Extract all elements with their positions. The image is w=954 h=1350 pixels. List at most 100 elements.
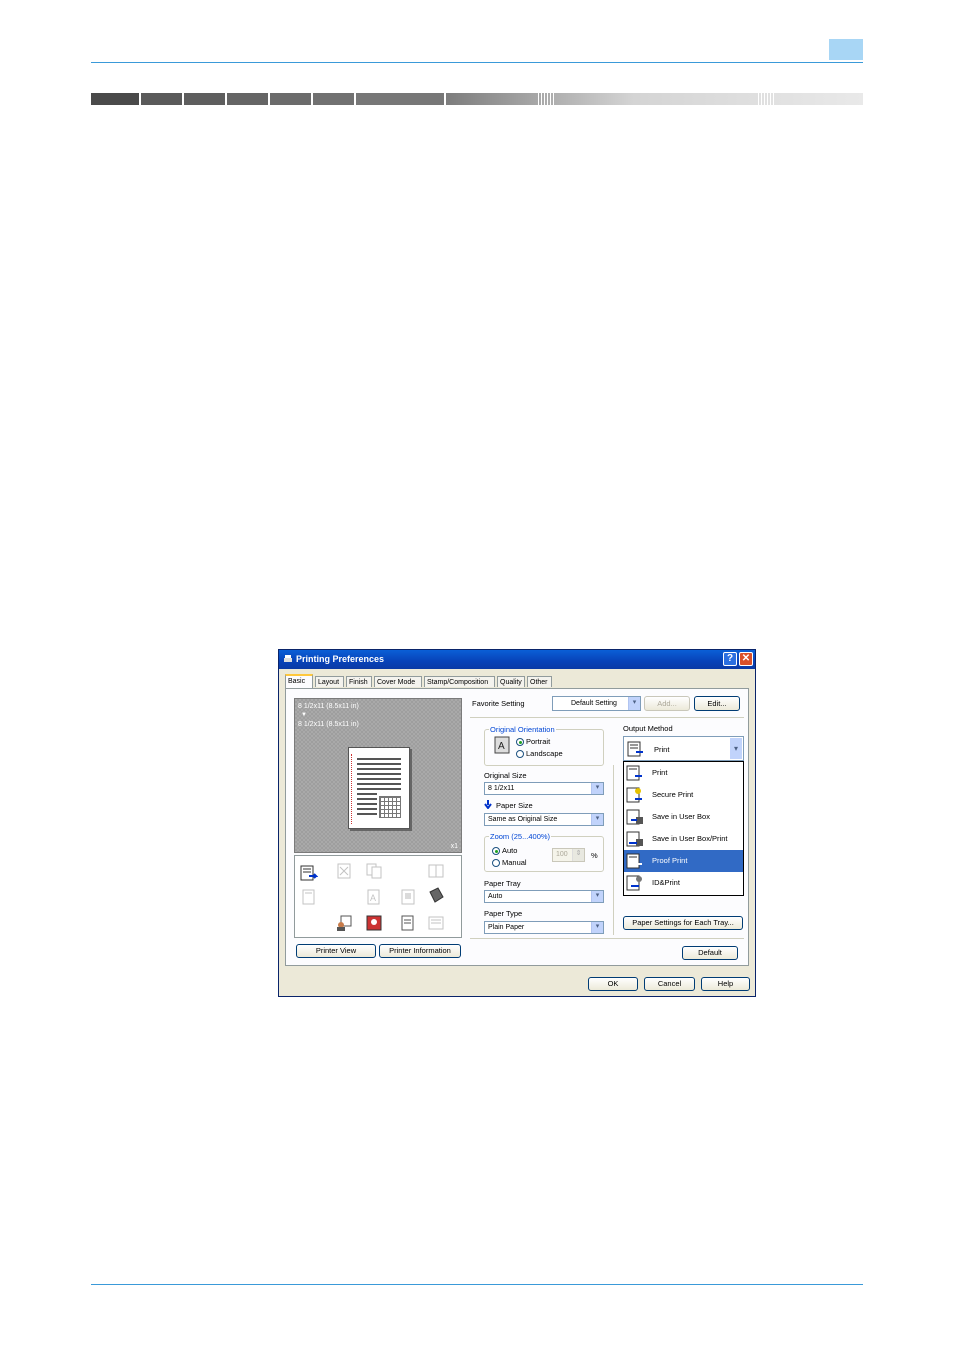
edit-favorite-button[interactable]: Edit...	[694, 696, 740, 711]
ok-button[interactable]: OK	[588, 977, 638, 991]
output-option-save-in-user-box-print[interactable]: Save in User Box/Print	[624, 828, 743, 850]
secure-print-icon	[626, 787, 642, 803]
tab-basic[interactable]: Basic	[285, 674, 313, 688]
paper-size-select[interactable]: Same as Original Size ▾	[484, 813, 604, 826]
paper-size-value: Same as Original Size	[488, 816, 558, 823]
tab-quality[interactable]: Quality	[497, 676, 525, 687]
portrait-radio[interactable]	[516, 738, 524, 746]
bottom-divider	[470, 938, 744, 939]
zoom-manual-label: Manual	[502, 858, 527, 867]
output-option-save-in-user-box[interactable]: Save in User Box	[624, 806, 743, 828]
chapter-marker	[829, 39, 863, 60]
output-method-label: Output Method	[623, 724, 673, 733]
paper-type-value: Plain Paper	[488, 924, 525, 931]
function-icons-panel: A	[294, 855, 462, 938]
chevron-down-icon: ▾	[591, 891, 603, 902]
preview-original-size: 8 1/2x11 (8.5x11 in)	[298, 703, 359, 710]
tab-layout[interactable]: Layout	[315, 676, 344, 687]
printer-icon	[284, 655, 292, 662]
original-size-value: 8 1/2x11	[488, 785, 515, 792]
user-box-print-icon	[626, 831, 643, 847]
printer-information-button[interactable]: Printer Information	[379, 944, 461, 958]
output-option-id-print[interactable]: ID&Print	[624, 872, 743, 894]
option-label: Proof Print	[652, 856, 688, 865]
printer-view-button[interactable]: Printer View	[296, 944, 376, 958]
print-preview: 8 1/2x11 (8.5x11 in) ▼ 8 1/2x11 (8.5x11 …	[294, 698, 462, 853]
portrait-orientation-icon: A	[494, 736, 510, 754]
duplex-icon	[428, 864, 444, 878]
preview-page	[348, 747, 410, 829]
output-method-select[interactable]: Print ▾	[623, 736, 744, 761]
output-option-proof-print[interactable]: Proof Print	[624, 850, 743, 872]
chevron-down-icon: ▾	[591, 922, 603, 933]
paper-settings-each-tray-button[interactable]: Paper Settings for Each Tray...	[623, 916, 743, 930]
zoom-unit: %	[591, 851, 598, 860]
paper-type-label: Paper Type	[484, 909, 523, 918]
svg-text:A: A	[498, 741, 505, 752]
header-rule	[91, 62, 863, 63]
account-track-icon	[366, 915, 382, 931]
tab-other[interactable]: Other	[527, 676, 552, 687]
chevron-down-icon: ▾	[730, 738, 742, 759]
column-divider	[613, 765, 614, 935]
paper-tray-value: Auto	[488, 893, 503, 900]
chevron-down-icon: ▾	[591, 783, 603, 794]
cancel-button[interactable]: Cancel	[644, 977, 695, 991]
output-print-icon	[300, 865, 318, 881]
printing-preferences-dialog: Printing Preferences ? ✕ Basic Layout Fi…	[278, 649, 756, 997]
zoom-value: 100	[556, 851, 568, 858]
zoom-group-label: Zoom (25...400%)	[489, 832, 552, 841]
landscape-label: Landscape	[526, 749, 563, 758]
output-option-secure-print[interactable]: Secure Print	[624, 784, 743, 806]
favorite-setting-label: Favorite Setting	[472, 699, 525, 708]
help-button[interactable]: Help	[701, 977, 750, 991]
portrait-label: Portrait	[526, 737, 551, 746]
layout-icon	[337, 863, 351, 879]
add-favorite-button[interactable]: Add...	[644, 696, 690, 711]
cover-icon	[429, 887, 444, 903]
option-label: Secure Print	[652, 790, 694, 799]
title-close-button[interactable]: ✕	[739, 652, 753, 666]
orientation-group-label: Original Orientation	[489, 725, 556, 734]
zoom-auto-radio[interactable]	[492, 847, 500, 855]
basic-tab-panel: 8 1/2x11 (8.5x11 in) ▼ 8 1/2x11 (8.5x11 …	[285, 688, 749, 966]
quality-icon	[401, 889, 415, 905]
id-print-icon	[626, 875, 642, 891]
title-help-button[interactable]: ?	[723, 652, 737, 666]
collate-icon	[366, 863, 382, 879]
tab-stamp-composition[interactable]: Stamp/Composition	[424, 676, 495, 687]
landscape-radio[interactable]	[516, 750, 524, 758]
option-label: ID&Print	[652, 878, 680, 887]
output-method-value: Print	[654, 745, 670, 754]
zoom-manual-radio[interactable]	[492, 859, 500, 867]
paper-tray-select[interactable]: Auto ▾	[484, 890, 604, 903]
user-box-icon	[626, 809, 643, 825]
favorite-divider	[470, 717, 744, 718]
original-size-select[interactable]: 8 1/2x11 ▾	[484, 782, 604, 795]
title-bar[interactable]: Printing Preferences ? ✕	[279, 650, 755, 669]
option-label: Print	[652, 768, 668, 777]
tab-cover-mode[interactable]: Cover Mode	[374, 676, 422, 687]
proof-print-icon	[626, 853, 642, 869]
option-label: Save in User Box/Print	[652, 834, 728, 843]
watermark-icon: A	[367, 889, 380, 905]
section-banner	[91, 93, 863, 105]
tab-finish[interactable]: Finish	[346, 676, 372, 687]
original-size-label: Original Size	[484, 771, 527, 780]
paper-tray-label: Paper Tray	[484, 879, 521, 888]
paper-size-arrow-icon	[484, 800, 492, 809]
user-auth-icon	[337, 915, 352, 931]
output-option-print[interactable]: Print	[624, 762, 743, 784]
paper-type-select[interactable]: Plain Paper ▾	[484, 921, 604, 934]
preview-arrow: ▼	[301, 712, 307, 718]
paper-size-label: Paper Size	[496, 801, 533, 810]
preview-paper-size: 8 1/2x11 (8.5x11 in)	[298, 721, 359, 728]
footer-rule	[91, 1284, 863, 1285]
print-output-icon	[627, 741, 643, 757]
staple-icon	[302, 889, 315, 905]
zoom-value-spinner[interactable]: 100 ⇕	[552, 848, 585, 862]
default-button[interactable]: Default	[682, 946, 738, 960]
output-method-list: Print Secure Print Save in User Box Save…	[623, 761, 744, 896]
favorite-setting-select[interactable]: Default Setting ▾	[552, 696, 641, 711]
chevron-down-icon: ▾	[628, 697, 640, 710]
